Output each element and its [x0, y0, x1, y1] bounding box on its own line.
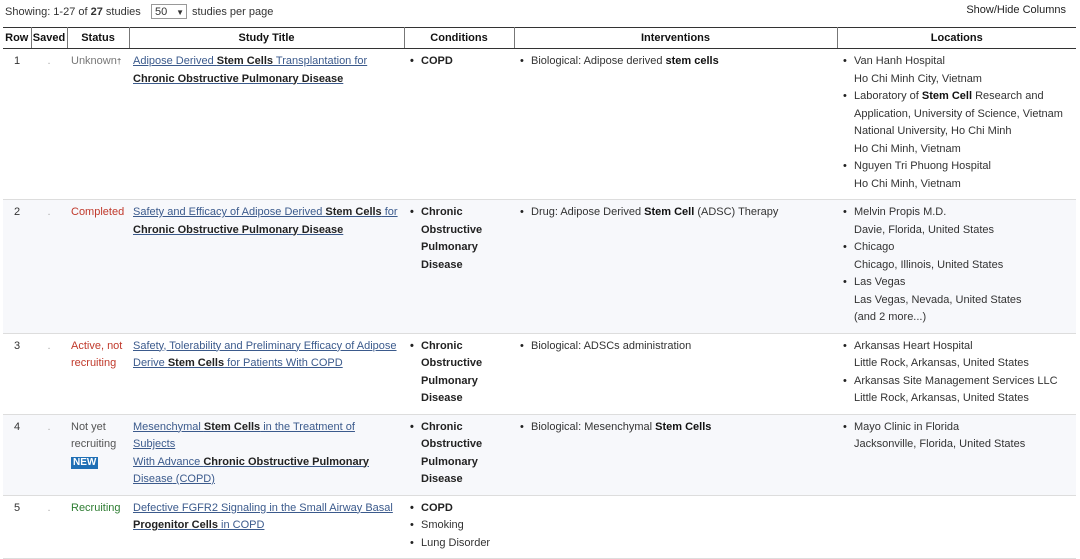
show-hide-columns-link[interactable]: Show/Hide Columns: [966, 4, 1066, 16]
study-title-cell: Adipose Derived Stem Cells Transplantati…: [129, 48, 404, 200]
col-locations[interactable]: Locations: [837, 27, 1076, 49]
table-header: Row Saved Status Study Title Conditions …: [3, 27, 1076, 49]
location-item: Melvin Propis M.D.Davie, Florida, United…: [841, 204, 1072, 239]
col-status[interactable]: Status: [67, 27, 130, 49]
condition-item: COPD: [408, 500, 510, 518]
new-badge: NEW: [71, 456, 99, 469]
interventions-cell: Biological: ADSCs administration: [514, 333, 837, 415]
condition-item: ChronicObstructivePulmonaryDisease: [408, 338, 510, 408]
saved-marker[interactable]: .: [31, 333, 67, 415]
interventions-cell: Biological: Mesenchymal Stem Cells: [514, 414, 837, 496]
row-number: 1: [3, 48, 31, 200]
row-number: 2: [3, 199, 31, 334]
condition-item: ChronicObstructivePulmonaryDisease: [408, 419, 510, 489]
condition-item: Lung Disorder: [408, 535, 510, 553]
status-text: Recruiting: [71, 501, 121, 514]
interventions-cell: [514, 495, 837, 559]
intervention-item: Biological: Adipose derived stem cells: [518, 53, 833, 71]
location-item: Nguyen Tri Phuong HospitalHo Chi Minh, V…: [841, 158, 1072, 193]
locations-cell: Mayo Clinic in FloridaJacksonville, Flor…: [837, 414, 1076, 496]
study-title-link[interactable]: Adipose Derived Stem Cells Transplantati…: [133, 55, 367, 85]
status-text: Active, not recruiting: [71, 339, 123, 370]
location-item: Arkansas Heart HospitalLittle Rock, Arka…: [841, 338, 1072, 373]
saved-marker[interactable]: .: [31, 199, 67, 334]
status-footnote: †: [116, 57, 122, 66]
status-cell: Unknown†: [67, 48, 129, 200]
condition-item: ChronicObstructivePulmonaryDisease: [408, 204, 510, 274]
conditions-cell: COPD Smoking Lung Disorder: [404, 495, 514, 559]
results-toolbar: Showing: 1-27 of 27 studies 50 ▼ studies …: [0, 0, 1080, 24]
conditions-cell: ChronicObstructivePulmonaryDisease: [404, 414, 514, 496]
study-title-cell: Defective FGFR2 Signaling in the Small A…: [129, 495, 404, 559]
conditions-cell: ChronicObstructivePulmonaryDisease: [404, 199, 514, 334]
locations-cell: Melvin Propis M.D.Davie, Florida, United…: [837, 199, 1076, 334]
chevron-down-icon: ▼: [176, 8, 184, 17]
intervention-item: Biological: ADSCs administration: [518, 338, 833, 356]
study-title-link[interactable]: Safety, Tolerability and Preliminary Eff…: [133, 340, 397, 370]
per-page-label: studies per page: [192, 6, 274, 18]
intervention-item: Biological: Mesenchymal Stem Cells: [518, 419, 833, 437]
col-saved[interactable]: Saved: [31, 27, 68, 49]
status-cell: Active, not recruiting: [67, 333, 129, 415]
results-table: Row Saved Status Study Title Conditions …: [3, 27, 1076, 559]
status-cell: Recruiting: [67, 495, 129, 559]
table-row: 5 . Recruiting Defective FGFR2 Signaling…: [3, 495, 1076, 559]
col-row[interactable]: Row: [3, 27, 32, 49]
status-text: Unknown: [71, 55, 117, 67]
per-page-select[interactable]: 50 ▼: [151, 4, 187, 19]
intervention-item: Drug: Adipose Derived Stem Cell (ADSC) T…: [518, 204, 833, 222]
location-item: Van Hanh HospitalHo Chi Minh City, Vietn…: [841, 53, 1072, 88]
study-title-cell: Safety, Tolerability and Preliminary Eff…: [129, 333, 404, 415]
locations-cell: Arkansas Heart HospitalLittle Rock, Arka…: [837, 333, 1076, 415]
status-text: Completed: [71, 206, 125, 218]
condition-item: COPD: [408, 53, 510, 71]
more-locations-link[interactable]: (and 2 more...): [854, 311, 926, 323]
location-item: Las VegasLas Vegas, Nevada, United State…: [841, 274, 1072, 327]
table-row: 3 . Active, not recruiting Safety, Tolera…: [3, 333, 1076, 415]
table-row: 2 . Completed Safety and Efficacy of Adi…: [3, 199, 1076, 334]
status-text: Not yet recruiting: [71, 420, 117, 451]
conditions-cell: ChronicObstructivePulmonaryDisease: [404, 333, 514, 415]
location-item: Laboratory of Stem Cell Research andAppl…: [841, 88, 1072, 158]
locations-cell: Van Hanh HospitalHo Chi Minh City, Vietn…: [837, 48, 1076, 200]
row-number: 4: [3, 414, 31, 496]
study-title-link[interactable]: Defective FGFR2 Signaling in the Small A…: [133, 502, 393, 532]
table-row: 1 . Unknown† Adipose Derived Stem Cells …: [3, 48, 1076, 200]
results-count: Showing: 1-27 of 27 studies: [5, 6, 141, 18]
col-study-title[interactable]: Study Title: [129, 27, 405, 49]
study-title-link[interactable]: Safety and Efficacy of Adipose Derived S…: [133, 206, 398, 236]
condition-item: Smoking: [408, 517, 510, 535]
conditions-cell: COPD: [404, 48, 514, 200]
locations-cell: [837, 495, 1076, 559]
row-number: 3: [3, 333, 31, 415]
col-interventions[interactable]: Interventions: [514, 27, 838, 49]
location-item: Mayo Clinic in FloridaJacksonville, Flor…: [841, 419, 1072, 454]
saved-marker[interactable]: .: [31, 414, 67, 496]
row-number: 5: [3, 495, 31, 559]
study-title-link[interactable]: Mesenchymal Stem Cells in the Treatment …: [133, 421, 369, 486]
table-row: 4 . Not yet recruiting NEW Mesenchymal Ste…: [3, 414, 1076, 496]
study-title-cell: Safety and Efficacy of Adipose Derived S…: [129, 199, 404, 334]
saved-marker[interactable]: .: [31, 48, 67, 200]
interventions-cell: Drug: Adipose Derived Stem Cell (ADSC) T…: [514, 199, 837, 334]
status-cell: Not yet recruiting NEW: [67, 414, 129, 496]
saved-marker[interactable]: .: [31, 495, 67, 559]
location-item: Arkansas Site Management Services LLCLit…: [841, 373, 1072, 408]
interventions-cell: Biological: Adipose derived stem cells: [514, 48, 837, 200]
study-title-cell: Mesenchymal Stem Cells in the Treatment …: [129, 414, 404, 496]
col-conditions[interactable]: Conditions: [404, 27, 515, 49]
location-item: ChicagoChicago, Illinois, United States: [841, 239, 1072, 274]
status-cell: Completed: [67, 199, 129, 334]
